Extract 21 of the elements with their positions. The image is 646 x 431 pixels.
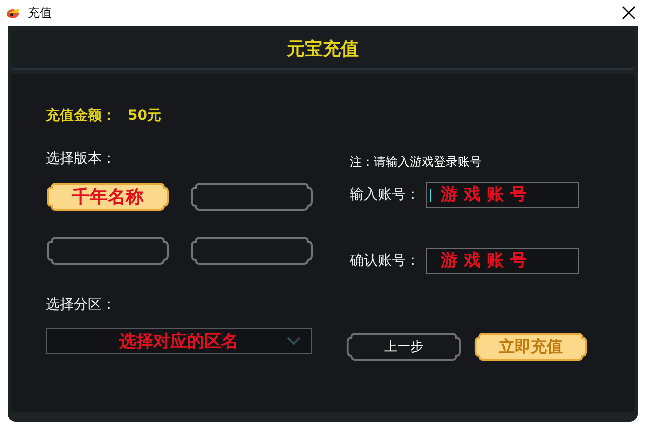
- zone-dropdown[interactable]: 选择对应的区名: [46, 328, 312, 354]
- zone-label: 选择分区：: [46, 296, 117, 314]
- page-title: 元宝充值: [287, 38, 359, 61]
- field-label: 输入账号：: [350, 186, 420, 204]
- account-input-field[interactable]: 游 戏 账 号: [426, 248, 579, 274]
- window-title: 充值: [28, 4, 53, 22]
- back-button[interactable]: 上一步: [346, 332, 462, 362]
- version-option[interactable]: 千年名称: [46, 182, 170, 212]
- amount-value: 50元: [128, 107, 162, 125]
- recharge-button[interactable]: 立即充值: [474, 332, 588, 362]
- app-logo-icon: [6, 7, 22, 19]
- version-label: 选择版本：: [46, 150, 117, 168]
- version-option[interactable]: [46, 236, 170, 266]
- dropdown-placeholder: 选择对应的区名: [120, 330, 238, 352]
- version-option[interactable]: [190, 236, 314, 266]
- chevron-down-icon: [287, 337, 301, 345]
- version-option[interactable]: [190, 182, 314, 212]
- field-label: 确认账号：: [350, 252, 420, 270]
- note-text: 注：请输入游戏登录账号: [350, 154, 483, 171]
- account-input-field[interactable]: 游 戏 账 号: [426, 182, 579, 208]
- amount-label: 充值金额：: [46, 107, 116, 125]
